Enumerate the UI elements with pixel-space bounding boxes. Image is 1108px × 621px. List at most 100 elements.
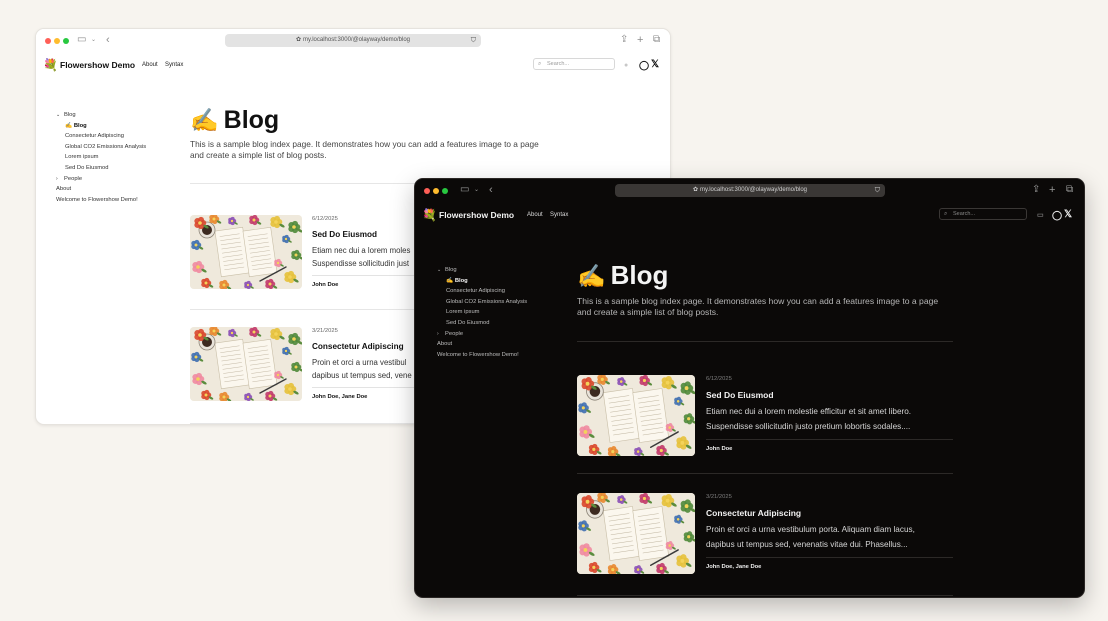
post-card[interactable]: 6/12/2025 Sed Do Eiusmod Etiam nec dui a… <box>577 375 953 461</box>
sidebar-item-blog-folder[interactable]: ⌄ Blog <box>56 110 146 121</box>
post-thumbnail[interactable] <box>190 215 302 289</box>
post-authors[interactable]: John Doe, Jane Doe <box>706 564 761 570</box>
page-title: ✍️ Blog <box>190 105 570 135</box>
post-title[interactable]: Sed Do Eiusmod <box>312 230 377 239</box>
page-intro: This is a sample blog index page. It dem… <box>190 139 539 160</box>
nav-link-syntax[interactable]: Syntax <box>550 211 568 219</box>
sidebar-item-blog-folder[interactable]: ⌄ Blog <box>437 265 527 276</box>
sidebar-item-welcome[interactable]: Welcome to Flowershow Demo! <box>56 195 146 206</box>
tabs-overview-icon[interactable]: ⧉ <box>1066 183 1073 197</box>
sidebar-item-people[interactable]: › People <box>56 174 146 185</box>
page-title: ✍️ Blog <box>577 259 953 292</box>
post-date: 3/21/2025 <box>312 328 338 334</box>
divider <box>577 595 953 596</box>
maximize-window-button[interactable] <box>63 38 69 44</box>
sidebar-item-label: Blog <box>64 112 76 118</box>
close-window-button[interactable] <box>424 188 430 194</box>
post-excerpt-line: Suspendisse sollicitudin justo pretium l… <box>706 422 911 431</box>
nav-link-syntax[interactable]: Syntax <box>165 61 183 69</box>
x-logo-icon[interactable]: 𝕏 <box>651 59 659 71</box>
sidebar-item-label: People <box>445 330 464 337</box>
sidebar-item-people[interactable]: › People <box>437 329 527 340</box>
nav-link-about[interactable]: About <box>527 211 543 219</box>
post-authors[interactable]: John Doe <box>312 282 338 288</box>
site-brand[interactable]: Flowershow Demo <box>439 209 514 221</box>
sidebar-toggle-icon[interactable]: ▭ <box>77 33 86 47</box>
x-logo-icon[interactable]: 𝕏 <box>1064 209 1072 221</box>
minimize-window-button[interactable] <box>54 38 60 44</box>
post-authors[interactable]: John Doe <box>706 446 732 452</box>
post-excerpt-line: Etiam nec dui a lorem moles <box>312 246 411 255</box>
chevron-down-icon: ⌄ <box>56 112 61 118</box>
post-title[interactable]: Consectetur Adipiscing <box>706 508 801 518</box>
post-card[interactable]: 3/21/2025 Consectetur Adipiscing Proin e… <box>577 493 953 579</box>
theme-toggle-icon[interactable]: ● <box>624 60 628 72</box>
sidebar-item-about[interactable]: About <box>437 339 527 350</box>
flower-logo-icon[interactable]: 💐 <box>422 207 437 223</box>
sidebar-item-lorem[interactable]: Lorem ipsum <box>437 307 527 318</box>
github-icon[interactable]: ◯ <box>639 59 649 71</box>
site-favicon: ✿ <box>692 187 698 193</box>
new-tab-icon[interactable]: + <box>1049 183 1055 197</box>
site-brand[interactable]: Flowershow Demo <box>60 59 135 71</box>
chevron-down-icon[interactable]: ⌄ <box>91 33 96 47</box>
back-arrow-icon[interactable]: ‹ <box>489 183 493 197</box>
share-icon[interactable]: ⇪ <box>1032 183 1040 197</box>
post-excerpt-line: Proin et orci a urna vestibulum porta. A… <box>706 525 915 534</box>
new-tab-icon[interactable]: + <box>637 33 643 47</box>
flower-logo-icon[interactable]: 💐 <box>43 57 58 73</box>
post-thumbnail[interactable] <box>577 375 695 456</box>
search-input[interactable]: ⌕ Search... <box>533 58 615 70</box>
sidebar-item-lorem[interactable]: Lorem ipsum <box>56 152 146 163</box>
nav-link-about[interactable]: About <box>142 61 158 69</box>
sidebar-item-co2[interactable]: Global CO2 Emissions Analysis <box>56 142 146 153</box>
post-thumbnail[interactable] <box>577 493 695 574</box>
minimize-window-button[interactable] <box>433 188 439 194</box>
sidebar-item-welcome[interactable]: Welcome to Flowershow Demo! <box>437 350 527 361</box>
sidebar-item-blog[interactable]: ✍️ Blog <box>437 276 527 287</box>
post-authors[interactable]: John Doe, Jane Doe <box>312 394 367 400</box>
github-icon[interactable]: ◯ <box>1052 209 1062 221</box>
search-icon: ⌕ <box>538 61 542 67</box>
sidebar-item-co2[interactable]: Global CO2 Emissions Analysis <box>437 297 527 308</box>
browser-window-dark: ▭ ⌄ ‹ ✿ my.localhost:3000/@olayway/demo/b… <box>414 178 1085 598</box>
sidebar-item-consectetur[interactable]: Consectetur Adipiscing <box>437 286 527 297</box>
sidebar-item-consectetur[interactable]: Consectetur Adipiscing <box>56 131 146 142</box>
post-date: 6/12/2025 <box>312 216 338 222</box>
search-input[interactable]: ⌕ Search... <box>939 208 1027 220</box>
post-thumbnail[interactable] <box>190 327 302 401</box>
close-window-button[interactable] <box>45 38 51 44</box>
post-excerpt-line: dapibus ut tempus sed, venenatis vitae d… <box>706 540 908 549</box>
divider <box>706 557 953 558</box>
sidebar-toggle-icon[interactable]: ▭ <box>460 183 469 197</box>
chevron-down-icon: ⌄ <box>437 267 442 273</box>
theme-toggle-icon[interactable]: ▭ <box>1037 210 1044 222</box>
site-header: 💐 Flowershow Demo About Syntax ⌕ Search.… <box>36 55 670 77</box>
chevron-down-icon[interactable]: ⌄ <box>474 183 479 197</box>
page-intro: This is a sample blog index page. It dem… <box>577 296 939 317</box>
post-date: 6/12/2025 <box>706 376 732 382</box>
site-favicon: ✿ <box>295 37 301 43</box>
address-bar[interactable]: ✿ my.localhost:3000/@olayway/demo/blog ⛉ <box>225 34 481 47</box>
back-arrow-icon[interactable]: ‹ <box>106 33 110 47</box>
privacy-shield-icon[interactable]: ⛉ <box>875 184 880 197</box>
post-title[interactable]: Sed Do Eiusmod <box>706 390 774 400</box>
sidebar-item-blog[interactable]: ✍️ Blog <box>56 121 146 132</box>
share-icon[interactable]: ⇪ <box>620 33 628 47</box>
maximize-window-button[interactable] <box>442 188 448 194</box>
privacy-shield-icon[interactable]: ⛉ <box>471 34 476 47</box>
post-title[interactable]: Consectetur Adipiscing <box>312 342 404 351</box>
page-title-text: Blog <box>223 106 280 134</box>
post-excerpt-line: Suspendisse sollicitudin just <box>312 259 410 268</box>
address-bar[interactable]: ✿ my.localhost:3000/@olayway/demo/blog ⛉ <box>615 184 885 197</box>
search-placeholder: Search... <box>547 61 570 67</box>
writing-hand-icon: ✍️ <box>577 263 606 289</box>
site-header: 💐 Flowershow Demo About Syntax ⌕ Search.… <box>415 205 1084 227</box>
sidebar-item-sed[interactable]: Sed Do Eiusmod <box>56 163 146 174</box>
sidebar-item-sed[interactable]: Sed Do Eiusmod <box>437 318 527 329</box>
divider <box>577 341 953 342</box>
sidebar-item-about[interactable]: About <box>56 184 146 195</box>
search-placeholder: Search... <box>953 211 976 217</box>
tabs-overview-icon[interactable]: ⧉ <box>653 33 660 47</box>
sidebar-nav: ⌄ Blog ✍️ Blog Consectetur Adipiscing Glo… <box>437 265 527 360</box>
